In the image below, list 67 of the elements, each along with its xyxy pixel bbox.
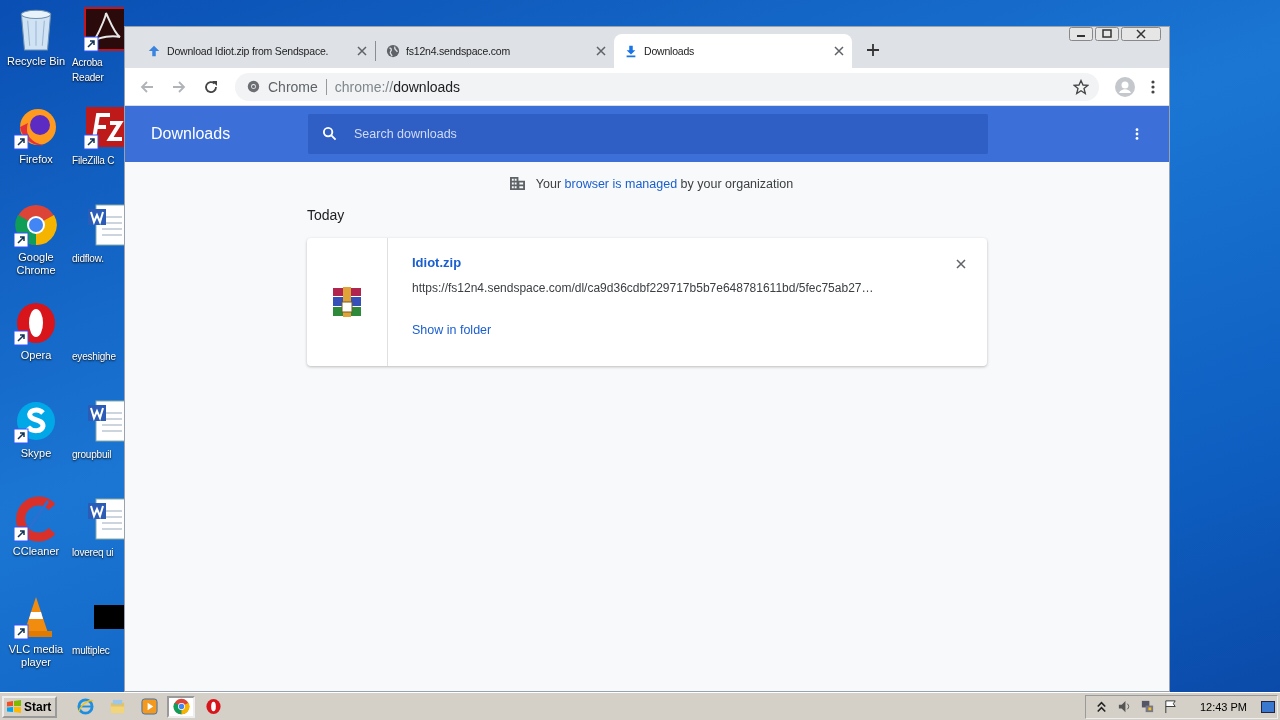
menu-icon[interactable] xyxy=(1135,127,1139,141)
chrome-icon xyxy=(247,80,260,93)
browser-tab[interactable]: Download Idiot.zip from Sendspace. xyxy=(137,34,375,68)
date-heading: Today xyxy=(307,207,346,223)
clock[interactable]: 12:43 PM xyxy=(1199,700,1247,713)
icon-label[interactable]: multiplec xyxy=(72,644,110,657)
minimize-icon[interactable] xyxy=(1069,27,1093,41)
icon-label[interactable]: lovereq ui xyxy=(72,546,114,559)
start-button[interactable]: Start xyxy=(2,695,58,718)
close-icon[interactable] xyxy=(596,46,606,56)
icon-label[interactable]: VLC media player xyxy=(2,643,70,669)
ie-icon xyxy=(76,698,94,715)
tab-title: fs12n4.sendspace.com xyxy=(406,45,511,57)
up-arrow-icon xyxy=(147,44,161,58)
close-icon[interactable] xyxy=(834,46,844,56)
download-icon xyxy=(624,44,638,58)
network-icon[interactable] xyxy=(1139,699,1155,714)
speaker-icon[interactable] xyxy=(1116,699,1132,714)
icon-label[interactable]: FileZilla C xyxy=(72,154,115,167)
download-url: https://fs12n4.sendspace.com/dl/ca9d36cdbf229717b5b7e648781611bd/5fec75ab27… xyxy=(412,281,874,295)
new-tab-icon[interactable] xyxy=(866,43,880,57)
search-icon xyxy=(322,126,337,141)
menu-icon[interactable] xyxy=(1151,78,1155,95)
page-origin-label: Chrome xyxy=(268,78,318,95)
close-icon[interactable] xyxy=(357,46,367,56)
browser-tab[interactable]: fs12n4.sendspace.com xyxy=(376,34,614,68)
show-desktop-icon[interactable] xyxy=(1261,700,1275,713)
opera-icon xyxy=(14,300,58,346)
show-in-folder-link[interactable]: Show in folder xyxy=(412,323,874,337)
media-player-icon xyxy=(140,698,158,715)
icon-label[interactable]: CCleaner xyxy=(12,545,60,558)
managed-notice: Your browser is managed by your organization xyxy=(535,176,794,191)
icon-label[interactable]: eyeshighe xyxy=(72,350,116,363)
star-icon[interactable] xyxy=(1073,78,1089,95)
reload-icon[interactable] xyxy=(203,78,219,95)
chrome-icon xyxy=(14,202,58,248)
browser-tab[interactable]: Downloads xyxy=(614,34,852,68)
icon-label[interactable]: Acroba xyxy=(72,56,103,69)
managed-link[interactable]: browser is managed xyxy=(564,176,678,191)
icon-label[interactable]: Skype xyxy=(20,447,52,460)
search-field[interactable]: Search downloads xyxy=(308,114,988,154)
address-bar[interactable]: Chrome chrome://downloads xyxy=(235,72,1099,101)
url-text: chrome://downloads xyxy=(334,78,462,95)
chrome-icon xyxy=(172,698,190,715)
archive-icon xyxy=(331,286,363,318)
icon-label[interactable]: Opera xyxy=(20,349,52,362)
restore-icon[interactable] xyxy=(1095,27,1119,41)
tab-title: Downloads xyxy=(644,45,696,57)
icon-label[interactable]: Google Chrome xyxy=(2,251,70,277)
opera-icon xyxy=(204,698,222,715)
close-icon[interactable] xyxy=(1121,27,1161,41)
flag-icon[interactable] xyxy=(1162,699,1178,714)
icon-label[interactable]: Firefox xyxy=(19,153,53,166)
tab-title: Download Idiot.zip from Sendspace. xyxy=(167,45,330,57)
page-title: Downloads xyxy=(151,125,232,143)
file-name-link[interactable]: Idiot.zip xyxy=(412,255,874,270)
taskbar-button[interactable] xyxy=(167,695,196,718)
globe-icon xyxy=(386,44,400,58)
cleaner-icon xyxy=(14,496,58,542)
icon-label[interactable]: Reader xyxy=(72,71,104,84)
windows-flag-icon xyxy=(6,699,22,714)
icon-label[interactable]: didflow. xyxy=(72,252,104,265)
folder-icon xyxy=(108,698,126,715)
icon-label[interactable]: Recycle Bin xyxy=(6,55,66,68)
building-icon xyxy=(508,176,526,191)
close-icon[interactable] xyxy=(956,259,966,269)
icon-label[interactable]: groupbuil xyxy=(72,448,112,461)
